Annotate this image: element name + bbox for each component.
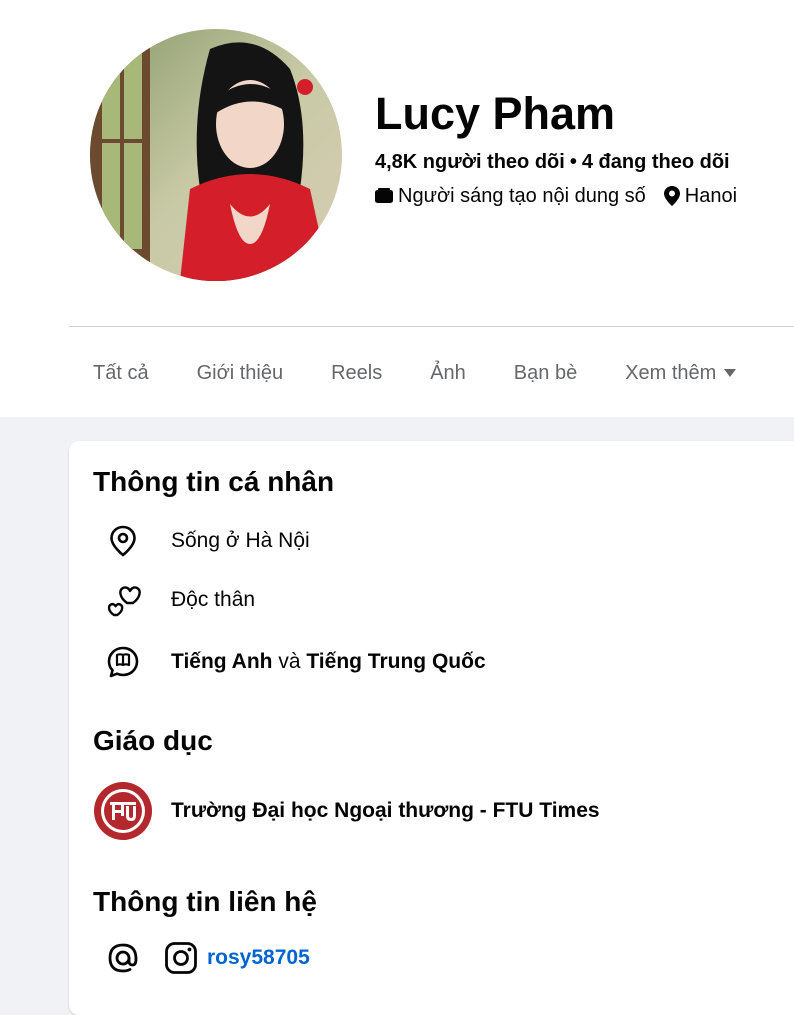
profile-tabs: Tất cả Giới thiệu Reels Ảnh Bạn bè Xem t… <box>69 340 760 406</box>
profile-location: Hanoi <box>663 183 738 209</box>
school-name[interactable]: Trường Đại học Ngoại thương - FTU Times <box>171 799 600 822</box>
tab-more-label: Xem thêm <box>625 362 717 384</box>
header-divider <box>69 326 794 327</box>
instagram-icon <box>159 941 203 975</box>
school-text[interactable]: Trường Đại học Ngoại thương - FTU Times <box>171 797 600 825</box>
language-chinese[interactable]: Tiếng Trung Quốc <box>306 650 485 673</box>
tab-about[interactable]: Giới thiệu <box>173 340 307 406</box>
tab-more[interactable]: Xem thêm <box>601 340 760 406</box>
follow-stats: 4,8K người theo dõi • 4 đang theo dõi <box>375 149 730 175</box>
lives-in-row: Sống ở Hà Nội <box>93 525 310 557</box>
languages-text: Tiếng Anh và Tiếng Trung Quốc <box>171 648 486 676</box>
contact-row: rosy58705 <box>93 941 310 975</box>
education-row[interactable]: Trường Đại học Ngoại thương - FTU Times <box>93 781 600 841</box>
followers-count[interactable]: 4,8K người theo dõi <box>375 151 565 173</box>
language-icon <box>93 645 153 679</box>
following-count[interactable]: 4 đang theo dõi <box>582 151 730 173</box>
tab-photos[interactable]: Ảnh <box>406 340 490 406</box>
tab-reels[interactable]: Reels <box>307 340 406 406</box>
personal-info-title: Thông tin cá nhân <box>93 466 335 497</box>
languages-row: Tiếng Anh và Tiếng Trung Quốc <box>93 645 486 679</box>
language-english[interactable]: Tiếng Anh <box>171 650 273 673</box>
instagram-link[interactable]: rosy58705 <box>207 946 310 970</box>
school-logo[interactable] <box>93 781 153 841</box>
profile-header: Lucy Pham 4,8K người theo dõi • 4 đang the… <box>0 0 794 417</box>
caret-down-icon <box>724 369 737 377</box>
about-card: Thông tin cá nhân Sống ở Hà Nội Độc thân… <box>69 441 794 1015</box>
education-title: Giáo dục <box>93 725 213 756</box>
hearts-icon <box>93 583 153 617</box>
at-icon <box>93 941 153 975</box>
profile-name: Lucy Pham <box>375 88 616 139</box>
location-pin-icon <box>93 525 153 557</box>
video-icon <box>375 188 393 204</box>
stats-separator: • <box>569 151 577 173</box>
language-conjunction: và <box>272 650 307 673</box>
tab-friends[interactable]: Bạn bè <box>490 340 601 406</box>
profile-meta: Người sáng tạo nội dung số Hanoi <box>375 183 737 209</box>
relationship-row: Độc thân <box>93 583 255 617</box>
profile-avatar[interactable] <box>90 29 342 281</box>
relationship-text: Độc thân <box>171 588 256 611</box>
location-text: Hanoi <box>684 185 738 207</box>
profile-category: Người sáng tạo nội dung số <box>398 185 646 207</box>
contact-info-title: Thông tin liên hệ <box>93 886 317 917</box>
location-pin-icon <box>663 186 680 206</box>
lives-in-text: Sống ở Hà Nội <box>171 529 310 552</box>
tab-all[interactable]: Tất cả <box>69 340 173 406</box>
